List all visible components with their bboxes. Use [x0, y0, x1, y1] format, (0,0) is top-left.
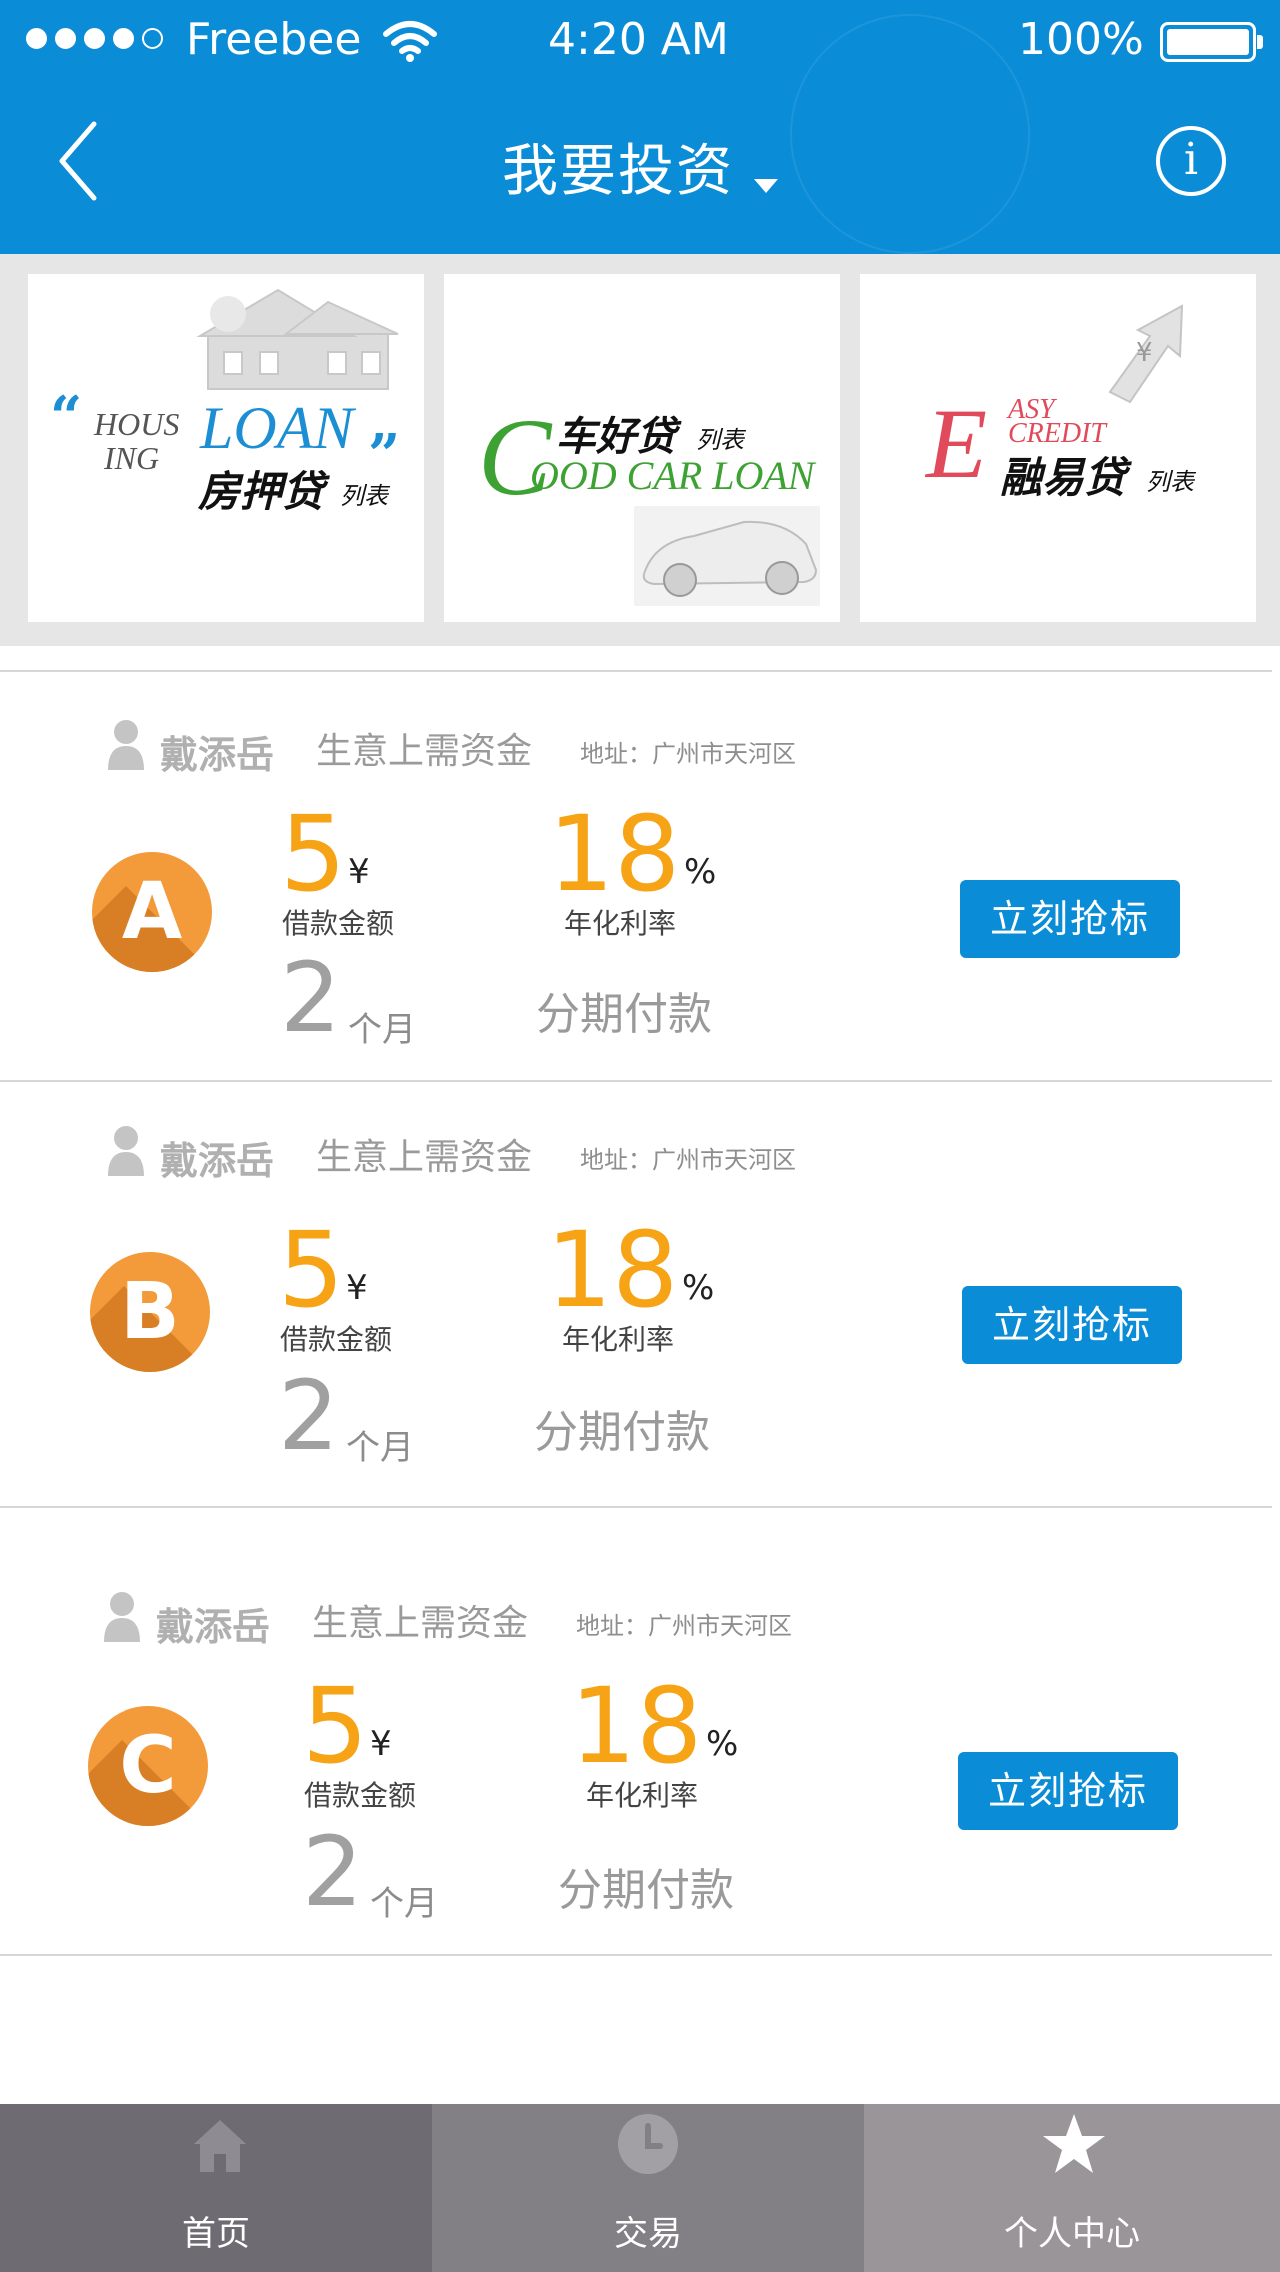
amount-label: 借款金额	[304, 1779, 417, 1812]
yen-symbol: ¥	[1136, 338, 1153, 368]
user-icon	[108, 1126, 144, 1176]
app-header: Freebee 4:20 AM 100% 我要投资 i	[0, 0, 1280, 254]
user-icon	[104, 1592, 140, 1642]
rate-unit: %	[684, 852, 717, 892]
loan-amount: 5	[280, 793, 347, 915]
payment-method: 分期付款	[536, 989, 712, 1040]
loan-amount: 5	[302, 1665, 369, 1787]
product-banner: “ HOUS ING LOAN ” 房押贷 列表 C 车好贷 列表 OOD CA…	[0, 254, 1280, 646]
rate-label: 年化利率	[564, 907, 677, 940]
status-time: 4:20 AM	[548, 14, 729, 65]
loan-purpose: 生意上需资金	[312, 1603, 529, 1644]
divider	[0, 1954, 1272, 1956]
amount-unit: ¥	[370, 1724, 392, 1764]
grade-badge: C	[88, 1706, 208, 1826]
loan-purpose: 生意上需资金	[316, 1137, 533, 1178]
amount-unit: ¥	[348, 852, 370, 892]
payment-method: 分期付款	[558, 1865, 734, 1916]
rate-label: 年化利率	[586, 1779, 699, 1812]
housing-list: 列表	[340, 482, 388, 510]
loan-term: 2	[278, 1360, 340, 1472]
housing-zh: 房押贷	[198, 467, 325, 516]
tab-bar: 首页 交易 个人中心	[0, 2104, 1280, 2272]
wifi-icon	[383, 21, 437, 62]
signal-strength-icon	[26, 28, 163, 49]
battery-percent: 100%	[1018, 14, 1144, 65]
rate-unit: %	[682, 1268, 715, 1308]
borrower-name: 戴添岳	[156, 1605, 271, 1649]
housing-en-b: ING	[104, 440, 160, 476]
info-icon[interactable]: i	[1156, 126, 1226, 196]
housing-loan-card[interactable]: “ HOUS ING LOAN ” 房押贷 列表	[28, 274, 424, 622]
grade-badge: B	[90, 1252, 210, 1372]
tab-label: 个人中心	[1004, 2214, 1140, 2254]
tab-trade[interactable]: 交易	[432, 2104, 864, 2272]
user-icon	[108, 720, 144, 770]
loan-term: 2	[280, 942, 342, 1054]
bid-now-button[interactable]: 立刻抢标	[958, 1752, 1178, 1830]
caret-down-icon	[754, 178, 778, 193]
borrower-name: 戴添岳	[160, 1139, 275, 1183]
credit-zh: 融易贷	[1000, 453, 1127, 502]
quote-open: “	[50, 384, 83, 450]
amount-label: 借款金额	[280, 1323, 393, 1356]
loan-item: 戴添岳 生意上需资金 地址：广州市天河区 C 5 ¥ 借款金额 18 % 年化利…	[0, 1508, 1280, 1954]
borrower-name: 戴添岳	[160, 733, 275, 777]
borrower-address: 地址：广州市天河区	[580, 740, 796, 768]
amount-unit: ¥	[346, 1268, 368, 1308]
amount-label: 借款金额	[282, 907, 395, 940]
annual-rate: 18	[570, 1665, 703, 1787]
annual-rate: 18	[546, 1209, 679, 1331]
page-title: 我要投资	[502, 139, 734, 204]
tab-label: 交易	[614, 2214, 682, 2254]
tab-home[interactable]: 首页	[0, 2104, 432, 2272]
car-list: 列表	[696, 426, 744, 454]
clock-icon	[618, 2114, 678, 2174]
payment-method: 分期付款	[534, 1407, 710, 1458]
loan-amount: 5	[278, 1209, 345, 1331]
title-dropdown[interactable]: 我要投资	[0, 126, 1280, 207]
tab-label: 首页	[182, 2214, 250, 2254]
carrier-name: Freebee	[186, 14, 362, 65]
bid-now-button[interactable]: 立刻抢标	[960, 880, 1180, 958]
star-icon	[1043, 2114, 1105, 2173]
credit-initial: E	[926, 388, 988, 499]
bid-now-button[interactable]: 立刻抢标	[962, 1286, 1182, 1364]
good-car-loan-card[interactable]: C 车好贷 列表 OOD CAR LOAN	[444, 274, 840, 622]
borrower-address: 地址：广州市天河区	[580, 1146, 796, 1174]
rate-label: 年化利率	[562, 1323, 675, 1356]
loan-term: 2	[302, 1816, 364, 1928]
loan-purpose: 生意上需资金	[316, 731, 533, 772]
home-icon	[194, 2120, 246, 2172]
tab-profile[interactable]: 个人中心	[864, 2104, 1280, 2272]
term-unit: 个月	[370, 1884, 438, 1924]
rate-unit: %	[706, 1724, 739, 1764]
car-en: OOD CAR LOAN	[530, 453, 815, 498]
term-unit: 个月	[346, 1428, 414, 1468]
borrower-address: 地址：广州市天河区	[576, 1612, 792, 1640]
loan-item: 戴添岳 生意上需资金 地址：广州市天河区 A 5 ¥ 借款金额 18 % 年化利…	[0, 672, 1280, 1080]
easy-credit-card[interactable]: ¥ E ASY CREDIT 融易贷 列表	[860, 274, 1256, 622]
loan-item: 戴添岳 生意上需资金 地址：广州市天河区 B 5 ¥ 借款金额 18 % 年化利…	[0, 1082, 1280, 1506]
housing-en-c: LOAN	[200, 395, 354, 461]
term-unit: 个月	[348, 1010, 416, 1050]
grade-badge: A	[92, 852, 212, 972]
annual-rate: 18	[548, 793, 681, 915]
battery-icon	[1160, 22, 1263, 62]
housing-en-a: HOUS	[94, 406, 180, 442]
credit-list: 列表	[1146, 468, 1194, 496]
